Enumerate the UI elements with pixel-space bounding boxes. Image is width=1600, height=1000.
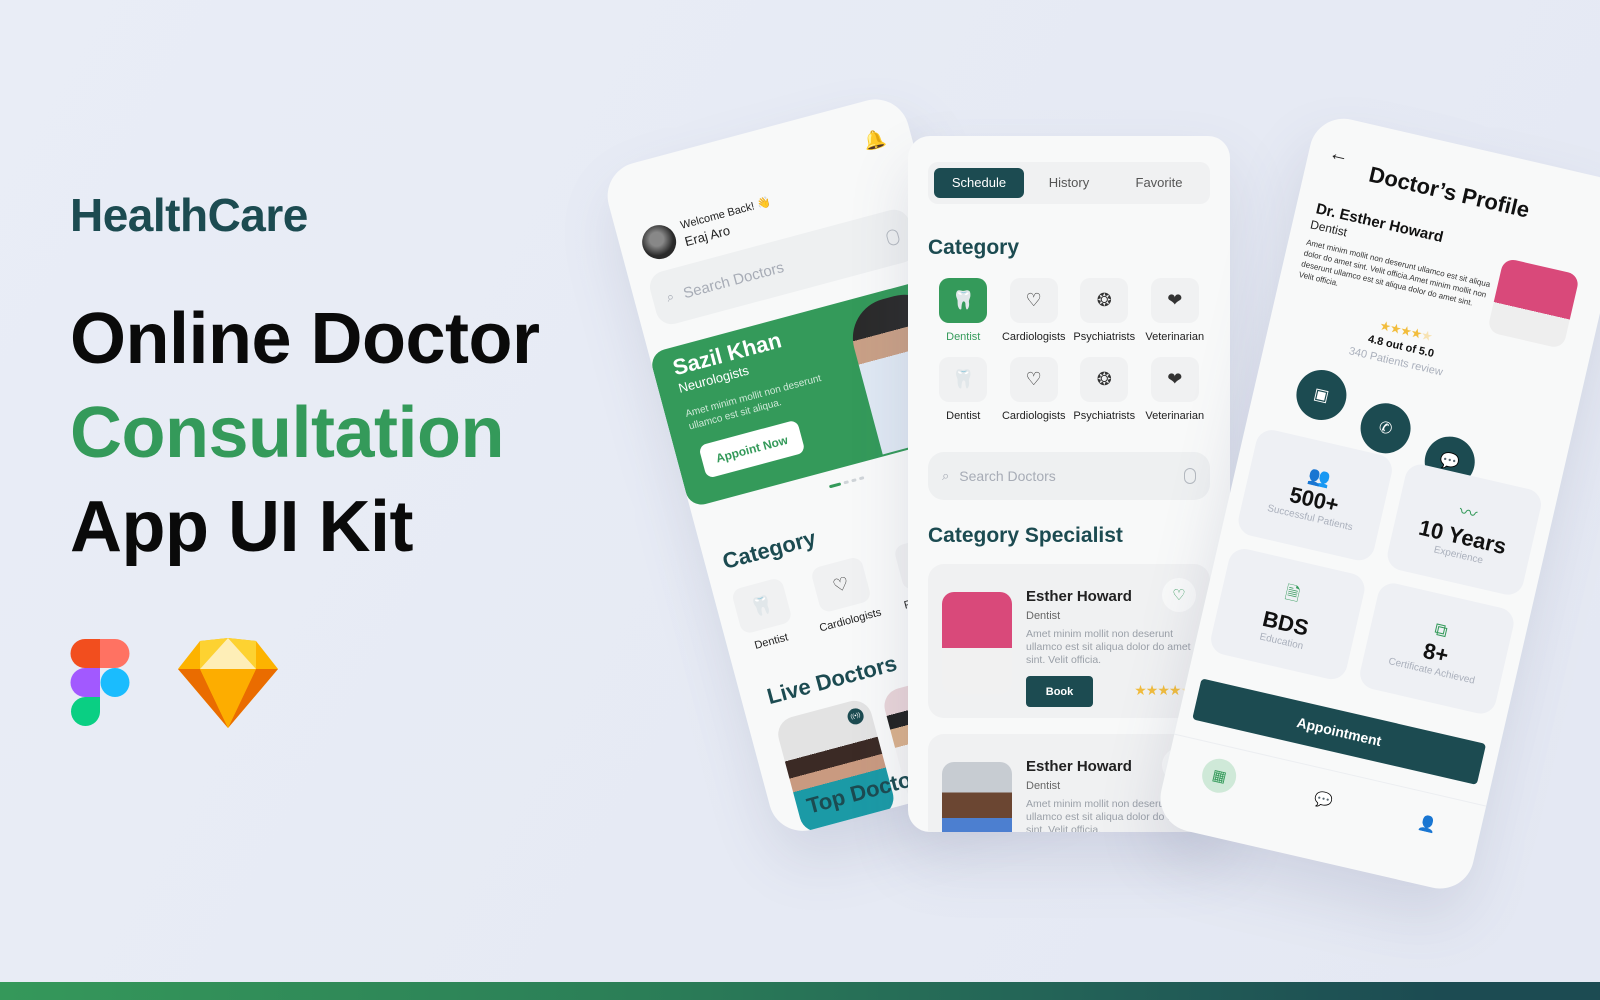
category-label: Veterinarian [1145, 410, 1205, 422]
back-arrow-icon[interactable]: ← [1326, 142, 1351, 169]
doctor-name: Esther Howard [1026, 588, 1132, 605]
brain-icon: ❂ [1080, 278, 1129, 323]
stat-experience: 〰 10 Years Experience [1384, 461, 1545, 598]
category-cardiologists[interactable]: ♡ Cardiologists [804, 554, 883, 634]
doctor-photo [1486, 257, 1581, 350]
category-cardiologists[interactable]: ♡ Cardiologists [999, 357, 1070, 422]
category-dentist[interactable]: 🦷 Dentist [928, 357, 999, 422]
doctor-specialty: Dentist [1026, 610, 1061, 622]
doctor-specialty: Dentist [1026, 780, 1061, 792]
search-icon: ⌕ [664, 288, 676, 305]
tab-favorite[interactable]: Favorite [1114, 168, 1204, 198]
nav-chat-icon[interactable]: 💬 [1303, 779, 1344, 820]
nav-calendar-icon[interactable]: ▦ [1199, 754, 1240, 796]
doctor-bio: Amet minim mollit non deserunt ullamco e… [1297, 237, 1492, 308]
tab-bar: Schedule History Favorite [928, 162, 1210, 204]
bottom-gradient-band [0, 982, 1600, 1000]
tooth-icon: 🦷 [939, 278, 988, 323]
paw-heart-icon: ❤ [1150, 278, 1199, 323]
book-button[interactable]: Book [1026, 676, 1093, 707]
heart-pulse-icon: ♡ [1009, 357, 1058, 402]
tab-history[interactable]: History [1024, 168, 1114, 198]
phone-call-button[interactable]: ✆ [1355, 398, 1416, 459]
phone-icon: ✆ [1377, 419, 1394, 439]
tooth-icon: 🦷 [939, 357, 988, 402]
category-dentist[interactable]: 🦷 Dentist [928, 278, 999, 343]
bell-icon[interactable]: 🔔 [861, 127, 888, 153]
headline-line-2: Consultation [70, 393, 504, 473]
mic-icon[interactable] [885, 228, 901, 247]
category-title: Category [719, 525, 819, 574]
category-label: Cardiologists [1001, 410, 1066, 422]
headline: Online Doctor Consultation App UI Kit [70, 292, 540, 574]
category-label: Dentist [946, 410, 981, 422]
stat-education: 🗎 BDS Education [1207, 545, 1368, 683]
sketch-logo-icon [178, 638, 278, 728]
search-icon: ⌕ [942, 468, 950, 483]
video-call-button[interactable]: ▣ [1291, 365, 1352, 426]
category-label: Cardiologists [1001, 331, 1066, 343]
paw-heart-icon: ❤ [1150, 357, 1199, 402]
headline-line-3: App UI Kit [70, 487, 413, 567]
profile-title: Doctor’s Profile [1366, 161, 1532, 223]
doctor-stats: 👥 500+ Successful Patients 〰 10 Years Experi… [1207, 426, 1545, 717]
category-label: Psychiatrists [1073, 410, 1136, 422]
favorite-heart-icon[interactable]: ♡ [1162, 578, 1196, 612]
doctor-description: Amet minim mollit non deserunt ullamco e… [1026, 628, 1191, 666]
category-label: Veterinarian [1145, 331, 1205, 343]
pulse-icon: 〰 [1457, 500, 1480, 525]
headline-line-1: Online Doctor [70, 299, 540, 379]
category-grid: 🦷 Dentist ♡ Cardiologists ❂ Psychiatrists ❤… [928, 278, 1210, 422]
search-placeholder: Search Doctors [959, 468, 1056, 484]
brain-icon: ❂ [1080, 357, 1129, 402]
category-specialist-title: Category Specialist [928, 524, 1123, 547]
figma-logo-icon [70, 639, 130, 726]
category-dentist[interactable]: 🦷 Dentist [730, 576, 798, 654]
category-title: Category [928, 236, 1020, 259]
nav-profile-icon[interactable]: 👤 [1407, 803, 1448, 844]
search-placeholder: Search Doctors [681, 258, 786, 302]
doctor-photo [942, 592, 1012, 694]
carousel-dots[interactable] [828, 476, 865, 489]
category-psychiatrists[interactable]: ❂ Psychiatrists [1069, 357, 1140, 422]
tab-schedule[interactable]: Schedule [934, 168, 1024, 198]
brand-name: HealthCare [70, 189, 308, 241]
avatar[interactable] [638, 221, 680, 263]
stat-certificates: ⧉ 8+ Certificate Achieved [1356, 580, 1517, 717]
file-heart-icon: 🗎 [1283, 581, 1302, 605]
live-badge-icon: ((•)) [845, 706, 866, 727]
certificate-icon: ⧉ [1432, 618, 1450, 642]
live-doctor-card[interactable]: ((•)) [774, 696, 898, 836]
category-label: Dentist [946, 331, 981, 343]
category-psychiatrists[interactable]: ❂ Psychiatrists [1069, 278, 1140, 343]
category-label: Dentist [753, 631, 790, 652]
mic-icon[interactable] [1184, 468, 1196, 484]
category-veterinarian[interactable]: ❤ Veterinarian [1140, 278, 1211, 343]
search-input[interactable]: ⌕ Search Doctors [928, 452, 1210, 500]
tool-logos [70, 638, 278, 728]
heart-pulse-icon: ♡ [1009, 278, 1058, 323]
heart-pulse-icon: ♡ [809, 555, 872, 614]
video-camera-icon: ▣ [1312, 385, 1331, 406]
category-label: Psychiatrists [1073, 331, 1136, 343]
doctor-card[interactable]: Esther Howard Dentist Amet minim mollit … [928, 564, 1210, 718]
promo-canvas: HealthCare Online Doctor Consultation Ap… [0, 0, 1600, 1000]
tooth-icon: 🦷 [730, 576, 793, 635]
category-cardiologists[interactable]: ♡ Cardiologists [999, 278, 1070, 343]
doctor-name: Esther Howard [1026, 758, 1132, 775]
doctor-photo [942, 762, 1012, 832]
category-veterinarian[interactable]: ❤ Veterinarian [1140, 357, 1211, 422]
